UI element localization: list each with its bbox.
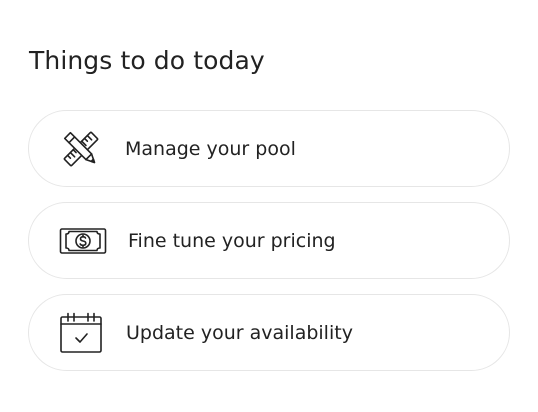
section-title: Things to do today bbox=[29, 46, 265, 75]
task-label: Update your availability bbox=[126, 321, 353, 344]
task-update-availability[interactable]: Update your availability bbox=[28, 294, 510, 371]
task-manage-pool[interactable]: Manage your pool bbox=[28, 110, 510, 187]
task-label: Manage your pool bbox=[125, 137, 296, 160]
task-label: Fine tune your pricing bbox=[128, 229, 336, 252]
dollar-bill-icon bbox=[59, 227, 107, 255]
calendar-check-icon bbox=[59, 312, 103, 354]
pencil-ruler-icon bbox=[59, 127, 103, 171]
things-to-do-panel: Things to do today Manage your pool Fine… bbox=[0, 0, 538, 412]
task-fine-tune-pricing[interactable]: Fine tune your pricing bbox=[28, 202, 510, 279]
